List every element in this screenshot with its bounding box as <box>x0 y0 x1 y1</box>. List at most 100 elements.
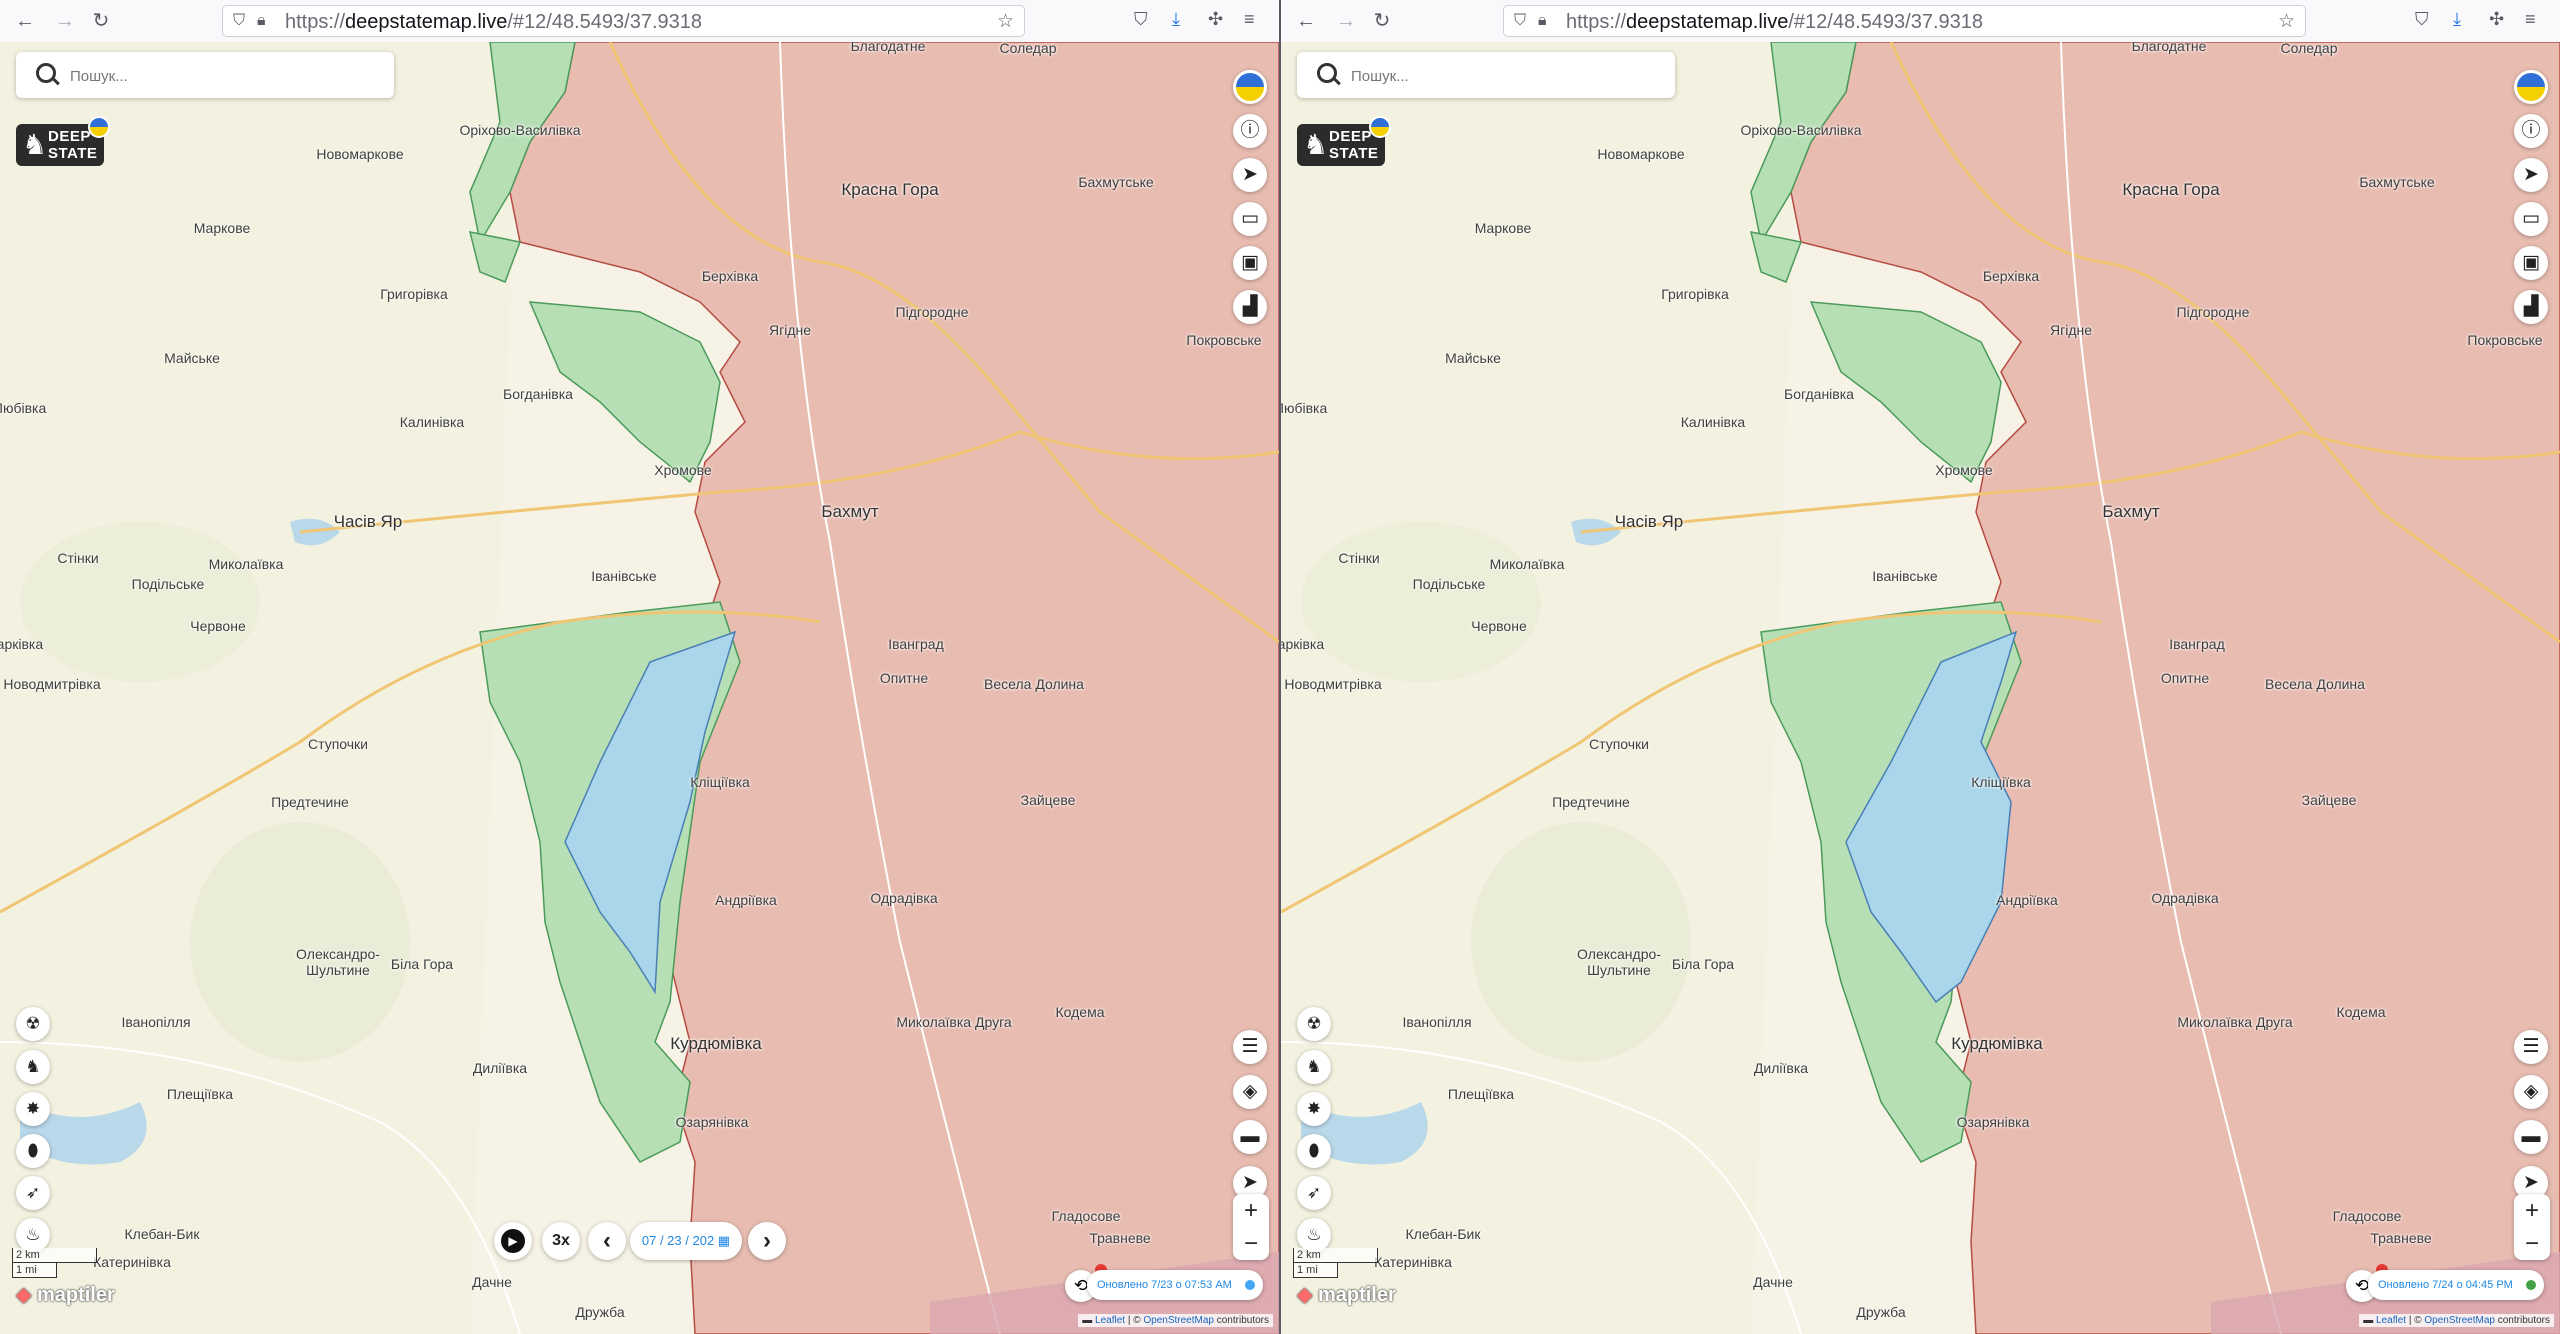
search-box[interactable] <box>16 52 394 98</box>
place-label: Благодатне <box>850 42 926 54</box>
extensions-icon[interactable]: ✣ <box>2489 9 2504 30</box>
place-label: Богданівка <box>1784 386 1854 402</box>
shield-icon[interactable]: ⛉ <box>1514 12 1526 30</box>
place-label: Новомаркове <box>316 146 404 162</box>
radiation-icon[interactable]: ☢ <box>16 1007 50 1041</box>
place-label: Андріївка <box>1996 892 2058 908</box>
ukraine-mini-flag-icon: ▬ <box>2363 1315 2374 1326</box>
leaflet-link[interactable]: Leaflet <box>2376 1315 2406 1326</box>
zoom-in-button[interactable]: + <box>2514 1194 2550 1227</box>
forward-arrow-icon[interactable]: → <box>52 8 78 34</box>
info-icon[interactable]: ⓘ <box>2514 114 2548 148</box>
stats-icon[interactable]: ▟ <box>1233 290 1267 324</box>
place-label: Берхівка <box>1982 268 2040 284</box>
logo-line-2: STATE <box>48 145 98 162</box>
download-icon[interactable]: ⤓ <box>1172 9 1180 30</box>
osm-link[interactable]: OpenStreetMap <box>2424 1315 2495 1326</box>
ruler-icon[interactable]: ▬ <box>1233 1120 1267 1154</box>
back-arrow-icon[interactable]: ← <box>1293 8 1319 34</box>
attribution-contributors: contributors <box>2494 1315 2550 1326</box>
leaflet-link[interactable]: Leaflet <box>1095 1315 1125 1326</box>
url-bar[interactable]: ⛉ 🔒︎ https://deepstatemap.live/#12/48.54… <box>1503 5 2306 37</box>
lock-icon[interactable]: 🔒︎ <box>257 12 266 30</box>
stats-icon[interactable]: ▟ <box>2514 290 2548 324</box>
donate-icon[interactable]: ▭ <box>2514 202 2548 236</box>
url-bar[interactable]: ⛉ 🔒︎ https://deepstatemap.live/#12/48.54… <box>222 5 1025 37</box>
maptiler-logo[interactable]: ◆ maptiler <box>16 1282 115 1307</box>
back-arrow-icon[interactable]: ← <box>12 8 38 34</box>
search-box[interactable] <box>1297 52 1675 98</box>
donate-icon[interactable]: ▭ <box>1233 202 1267 236</box>
menu-icon[interactable]: ≡ <box>1244 9 1255 30</box>
map-canvas[interactable]: Благодатне Соледар Оріхово-Василівка Новома… <box>0 42 1279 1334</box>
updated-badge[interactable]: Оновлено 7/24 о 04:45 PM <box>2368 1270 2544 1300</box>
search-input[interactable] <box>68 62 372 90</box>
download-icon[interactable]: ⤓ <box>2453 9 2461 30</box>
fire-icon[interactable]: ♨ <box>16 1218 50 1252</box>
ukraine-flag-icon[interactable] <box>2514 70 2548 104</box>
pills-icon[interactable]: ⬮ <box>16 1134 50 1168</box>
telegram-icon[interactable]: ➤ <box>1233 158 1267 192</box>
place-label: Катеринівка <box>1374 1254 1452 1270</box>
zoom-in-button[interactable]: + <box>1233 1194 1269 1227</box>
layers-icon[interactable]: ◈ <box>2514 1075 2548 1109</box>
url-text[interactable]: https://deepstatemap.live/#12/48.5493/37… <box>1566 11 1983 34</box>
deepstate-logo[interactable]: ♞ DEEP STATE <box>1297 116 1391 166</box>
layers-icon[interactable]: ◈ <box>1233 1075 1267 1109</box>
bot-icon[interactable]: ▣ <box>2514 246 2548 280</box>
ruler-icon[interactable]: ▬ <box>2514 1120 2548 1154</box>
browser-toolbar: ← → ↻ ⛉ 🔒︎ https://deepstatemap.live/#12… <box>1281 0 2560 43</box>
filters-icon[interactable]: ☰ <box>1233 1030 1267 1064</box>
maptiler-logo[interactable]: ◆ maptiler <box>1297 1282 1396 1307</box>
next-day-button[interactable]: › <box>748 1222 786 1260</box>
place-label: Покровське <box>1186 332 1262 348</box>
place-label: Іванівське <box>1872 568 1938 584</box>
place-label: Іванград <box>2169 636 2225 652</box>
pocket-icon[interactable]: ⛉ <box>2415 9 2429 30</box>
radiation-icon[interactable]: ☢ <box>1297 1007 1331 1041</box>
lock-icon[interactable]: 🔒︎ <box>1538 12 1547 30</box>
prev-day-button[interactable]: ‹ <box>588 1222 626 1260</box>
pocket-icon[interactable]: ⛉ <box>1134 9 1148 30</box>
place-label: Клебан-Бик <box>1405 1226 1481 1242</box>
reload-icon[interactable]: ↻ <box>88 8 114 34</box>
forward-arrow-icon[interactable]: → <box>1333 8 1359 34</box>
play-button[interactable]: ▶ <box>494 1222 532 1260</box>
zoom-out-button[interactable]: − <box>1233 1227 1269 1260</box>
scale-bar: 2 km 1 mi <box>1293 1248 1378 1278</box>
extensions-icon[interactable]: ✣ <box>1208 9 1223 30</box>
place-label: Опитне <box>2160 670 2210 686</box>
place-label: Любівка <box>1281 400 1328 416</box>
explosion-icon[interactable]: ✸ <box>16 1092 50 1126</box>
date-picker[interactable]: 07 / 23 / 202 ▦ <box>630 1222 742 1260</box>
shield-icon[interactable]: ⛉ <box>233 12 245 30</box>
deepstate-logo[interactable]: ♞ DEEP STATE <box>16 116 110 166</box>
menu-icon[interactable]: ≡ <box>2525 9 2536 30</box>
telegram-icon[interactable]: ➤ <box>2514 158 2548 192</box>
filters-icon[interactable]: ☰ <box>2514 1030 2548 1064</box>
bookmark-star-icon[interactable]: ☆ <box>2278 10 2295 33</box>
rocket-icon[interactable]: ➶ <box>16 1176 50 1210</box>
zoom-out-button[interactable]: − <box>2514 1227 2550 1260</box>
explosion-icon[interactable]: ✸ <box>1297 1092 1331 1126</box>
reload-icon[interactable]: ↻ <box>1369 8 1395 34</box>
bot-icon[interactable]: ▣ <box>1233 246 1267 280</box>
info-icon[interactable]: ⓘ <box>1233 114 1267 148</box>
place-label: Калинівка <box>1680 414 1746 430</box>
soldier-icon[interactable]: ♞ <box>1297 1050 1331 1084</box>
map-canvas[interactable]: Благодатне Соледар Оріхово-Василівка Новома… <box>1281 42 2560 1334</box>
url-text[interactable]: https://deepstatemap.live/#12/48.5493/37… <box>285 11 702 34</box>
url-prefix: https:// <box>285 11 346 33</box>
soldier-icon[interactable]: ♞ <box>16 1050 50 1084</box>
speed-button[interactable]: 3x <box>542 1222 580 1260</box>
bookmark-star-icon[interactable]: ☆ <box>997 10 1014 33</box>
rocket-icon[interactable]: ➶ <box>1297 1176 1331 1210</box>
pills-icon[interactable]: ⬮ <box>1297 1134 1331 1168</box>
fire-icon[interactable]: ♨ <box>1297 1218 1331 1252</box>
ukraine-flag-icon[interactable] <box>1233 70 1267 104</box>
attribution: ▬ Leaflet | © OpenStreetMap contributors <box>2359 1314 2554 1327</box>
search-input[interactable] <box>1349 62 1653 90</box>
updated-badge[interactable]: Оновлено 7/23 о 07:53 AM <box>1087 1270 1263 1300</box>
play-icon: ▶ <box>501 1229 525 1253</box>
osm-link[interactable]: OpenStreetMap <box>1143 1315 1214 1326</box>
